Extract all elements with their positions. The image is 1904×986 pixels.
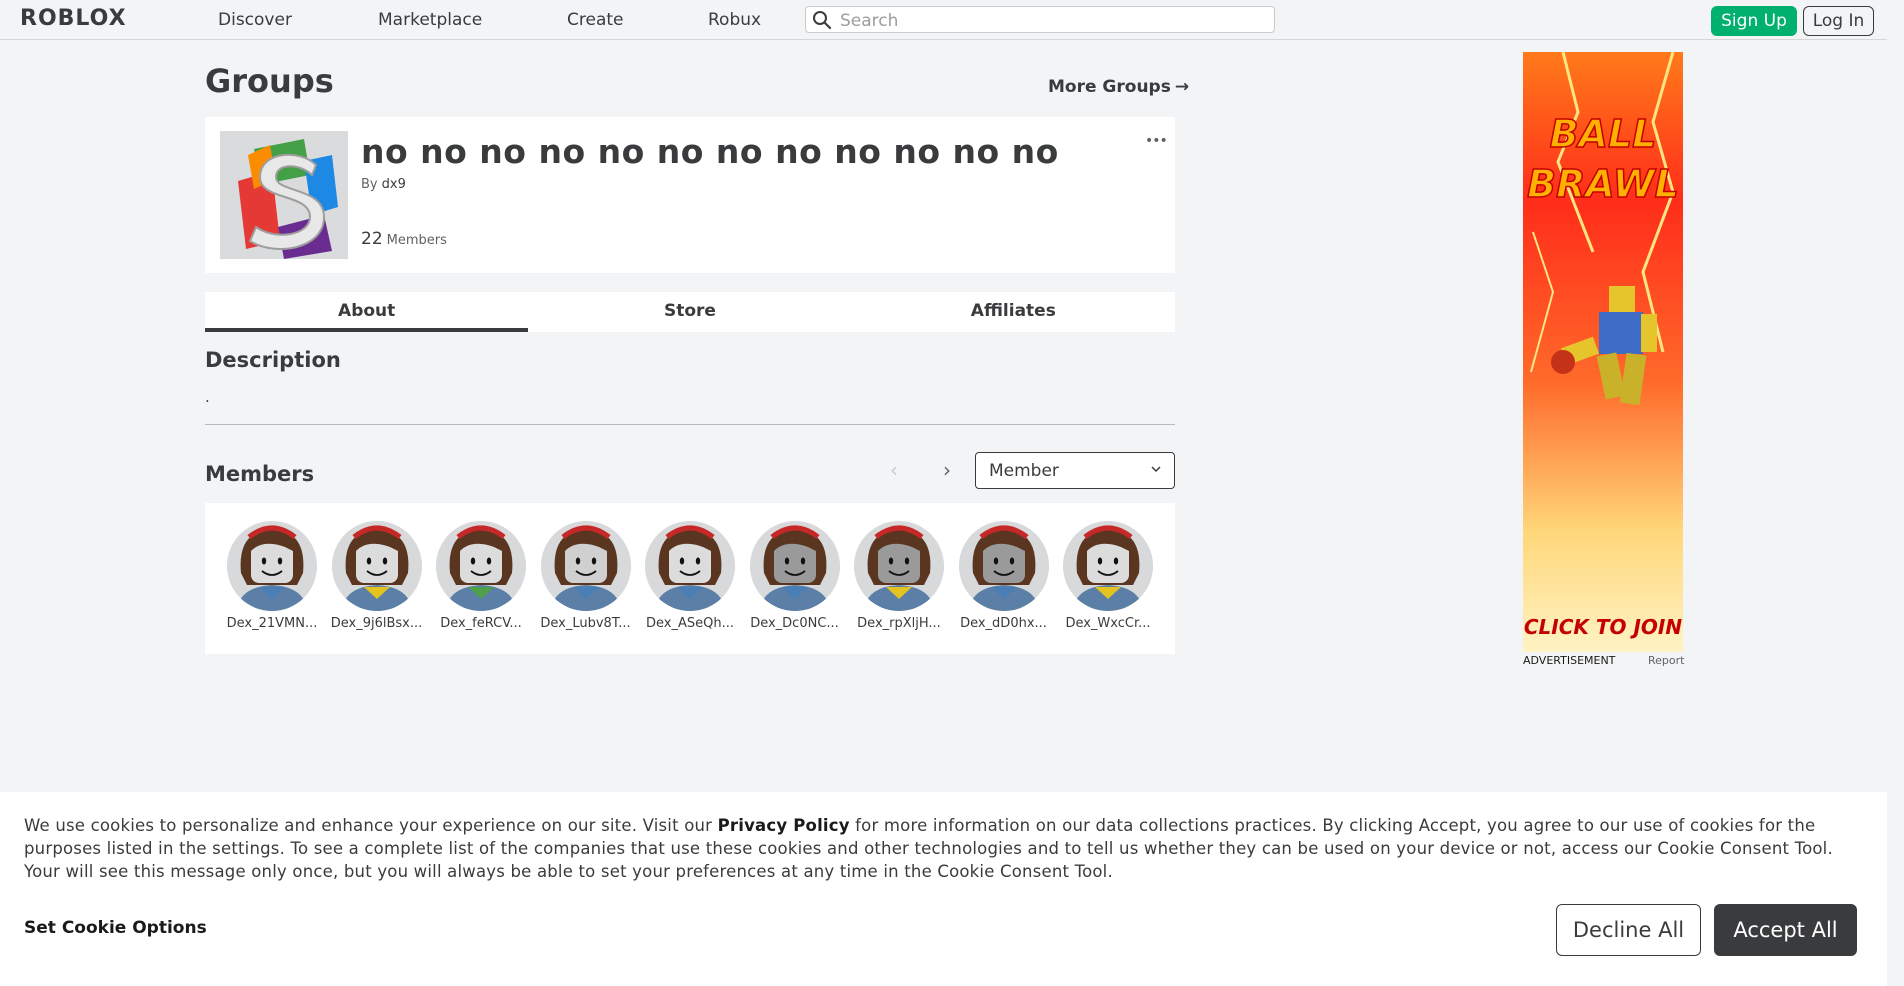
- group-emblem-image: [220, 131, 348, 259]
- report-ad-link[interactable]: Report: [1648, 654, 1684, 667]
- member-count: 22 Members: [361, 229, 447, 249]
- role-dropdown-value: Member: [989, 461, 1059, 481]
- ad-headline-2: BRAWL: [1527, 162, 1679, 206]
- member-item[interactable]: Dex_Dc0NC...: [748, 521, 842, 631]
- nav-discover[interactable]: Discover: [218, 10, 292, 30]
- nav-marketplace[interactable]: Marketplace: [378, 10, 482, 30]
- cookie-banner: We use cookies to personalize and enhanc…: [0, 792, 1887, 986]
- member-item[interactable]: Dex_rpXljH...: [852, 521, 946, 631]
- member-name[interactable]: Dex_feRCV...: [434, 616, 528, 631]
- member-avatar[interactable]: [331, 521, 422, 611]
- search-icon[interactable]: [812, 10, 832, 30]
- search-input[interactable]: [838, 9, 1262, 32]
- member-item[interactable]: Dex_ASeQh...: [643, 521, 737, 631]
- prev-page-icon[interactable]: ‹: [890, 458, 898, 482]
- member-avatar[interactable]: [436, 521, 526, 611]
- cookie-text-start: We use cookies to personalize and enhanc…: [24, 816, 718, 835]
- member-item[interactable]: Dex_feRCV...: [434, 521, 528, 631]
- description-text: .: [205, 388, 210, 406]
- member-name[interactable]: Dex_21VMN...: [225, 616, 319, 631]
- cookie-message: We use cookies to personalize and enhanc…: [24, 814, 1864, 883]
- log-in-button[interactable]: Log In: [1803, 6, 1874, 36]
- more-groups-link[interactable]: More Groups →: [1048, 77, 1189, 97]
- group-name: no no no no no no no no no no no no: [361, 132, 1059, 171]
- more-options-icon[interactable]: •••: [1145, 133, 1168, 149]
- ad-headline-1: BALL: [1550, 112, 1657, 156]
- chevron-down-icon: [1151, 466, 1161, 473]
- role-dropdown[interactable]: Member: [975, 452, 1175, 489]
- next-page-icon[interactable]: ›: [943, 458, 951, 482]
- member-name[interactable]: Dex_dD0hx...: [957, 616, 1051, 631]
- member-item[interactable]: Dex_9j6lBsx...: [330, 521, 424, 631]
- member-avatar[interactable]: [540, 521, 631, 611]
- member-item[interactable]: Dex_21VMN...: [225, 521, 319, 631]
- more-groups-label: More Groups: [1048, 77, 1171, 97]
- section-divider: [205, 424, 1175, 425]
- description-title: Description: [205, 348, 341, 372]
- nav-create[interactable]: Create: [567, 10, 624, 30]
- ad-image: BALL BRAWL CLICK TO JOIN: [1523, 52, 1683, 652]
- member-item[interactable]: Dex_dD0hx...: [957, 521, 1051, 631]
- member-avatar[interactable]: [645, 521, 735, 611]
- page-title: Groups: [205, 62, 334, 100]
- group-tabs: About Store Affiliates: [205, 292, 1175, 332]
- member-name[interactable]: Dex_9j6lBsx...: [330, 616, 424, 631]
- member-name[interactable]: Dex_ASeQh...: [643, 616, 737, 631]
- tab-store[interactable]: Store: [528, 292, 851, 332]
- member-name[interactable]: Dex_Dc0NC...: [748, 616, 842, 631]
- group-owner-line: By dx9: [361, 177, 406, 192]
- roblox-logo[interactable]: ROBLOX: [20, 6, 127, 31]
- member-name[interactable]: Dex_Lubv8T...: [539, 616, 633, 631]
- members-card: Dex_21VMN... Dex_9j6lBsx... Dex_feRCV... De…: [205, 503, 1175, 654]
- group-emblem[interactable]: [220, 131, 348, 259]
- member-count-label: Members: [386, 233, 447, 248]
- member-avatar[interactable]: [854, 521, 944, 611]
- tab-affiliates[interactable]: Affiliates: [852, 292, 1175, 332]
- member-avatar[interactable]: [1063, 521, 1153, 611]
- member-avatar[interactable]: [227, 521, 317, 611]
- sign-up-button[interactable]: Sign Up: [1711, 6, 1797, 36]
- group-owner-link[interactable]: dx9: [382, 177, 406, 192]
- member-avatar[interactable]: [958, 521, 1049, 611]
- set-cookie-options-link[interactable]: Set Cookie Options: [24, 918, 207, 938]
- top-navigation-bar: ROBLOX Discover Marketplace Create Robux…: [0, 0, 1887, 40]
- member-count-value: 22: [361, 229, 383, 249]
- member-item[interactable]: Dex_WxcCr...: [1061, 521, 1155, 631]
- decline-all-button[interactable]: Decline All: [1556, 904, 1701, 956]
- page-scrollbar[interactable]: [1887, 0, 1904, 986]
- member-name[interactable]: Dex_rpXljH...: [852, 616, 946, 631]
- arrow-right-icon: →: [1174, 77, 1190, 97]
- accept-all-button[interactable]: Accept All: [1714, 904, 1857, 956]
- member-item[interactable]: Dex_Lubv8T...: [539, 521, 633, 631]
- tab-about[interactable]: About: [205, 292, 529, 332]
- ad-cta: CLICK TO JOIN: [1524, 615, 1682, 639]
- member-avatar[interactable]: [749, 521, 840, 611]
- member-name[interactable]: Dex_WxcCr...: [1061, 616, 1155, 631]
- advertisement-banner[interactable]: BALL BRAWL CLICK TO JOIN: [1523, 52, 1683, 652]
- search-box: [805, 6, 1275, 33]
- privacy-policy-link[interactable]: Privacy Policy: [718, 816, 850, 835]
- nav-robux[interactable]: Robux: [708, 10, 761, 30]
- advertisement-label: ADVERTISEMENT: [1523, 654, 1616, 667]
- by-label: By: [361, 177, 378, 192]
- group-header-card: no no no no no no no no no no no no By dx…: [205, 117, 1175, 273]
- members-title: Members: [205, 462, 315, 486]
